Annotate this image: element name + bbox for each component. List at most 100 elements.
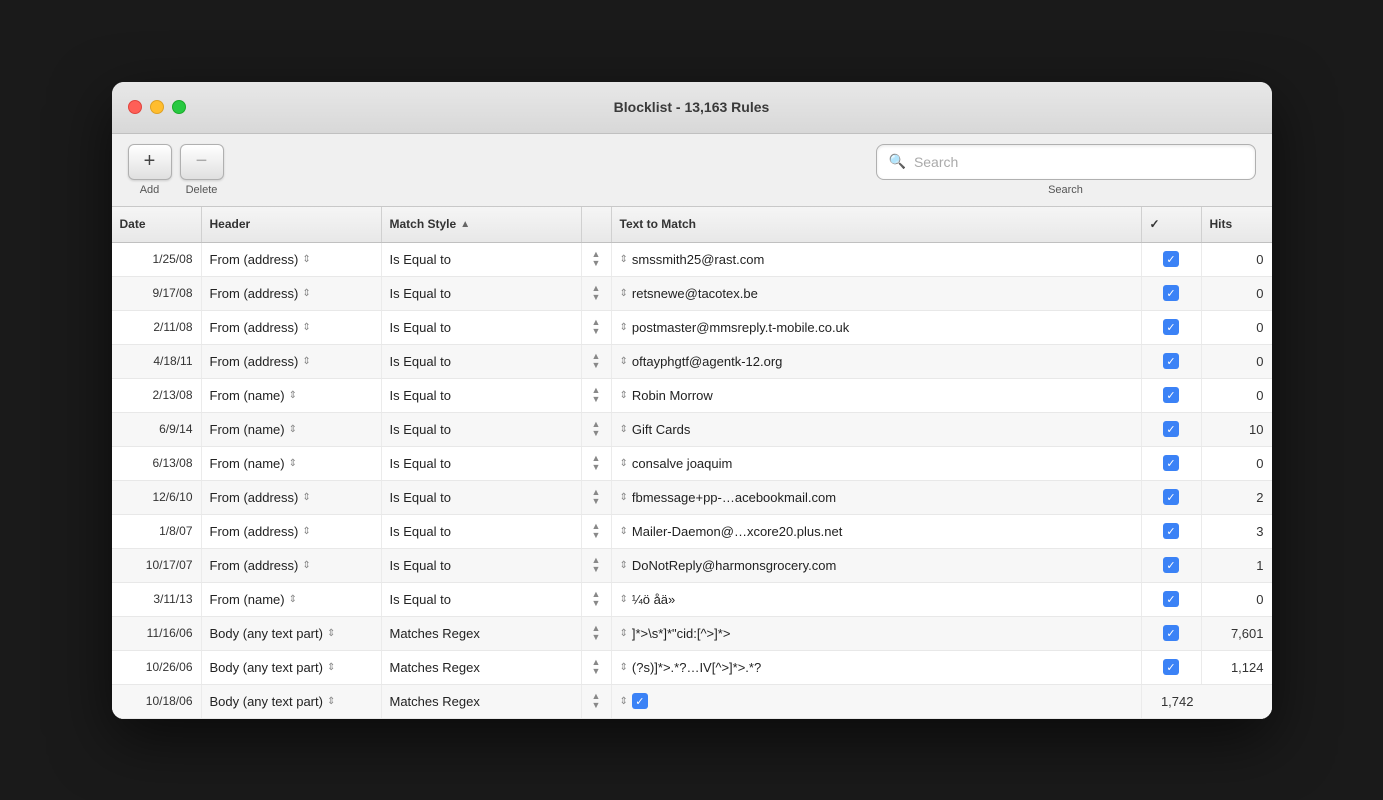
header-stepper-icon: ⇕ [327,628,335,639]
cell-check[interactable]: ✓ [1142,447,1202,480]
cell-check[interactable]: ✓ [1142,345,1202,378]
cell-header: From (address) ⇕ [202,277,382,310]
cell-check[interactable]: ✓ [1142,379,1202,412]
cell-match-style: Is Equal to [382,277,582,310]
cell-match-style-stepper[interactable]: ▲▼ [582,583,612,616]
stepper-arrows-icon: ▲▼ [592,522,601,540]
checkbox[interactable]: ✓ [1163,625,1179,641]
cell-check[interactable]: ✓ [1142,277,1202,310]
header-stepper-icon: ⇕ [289,458,297,469]
cell-match-style-stepper[interactable]: ▲▼ [582,243,612,276]
cell-hits: 1,742 [1142,685,1202,718]
col-header-check[interactable]: ✓ [1142,207,1202,242]
close-button[interactable] [128,100,142,114]
cell-header: Body (any text part) ⇕ [202,651,382,684]
col-header-text-to-match[interactable]: Text to Match [612,207,1142,242]
cell-date: 10/17/07 [112,549,202,582]
table-row[interactable]: 6/9/14 From (name) ⇕ Is Equal to ▲▼ ⇕ Gi… [112,413,1272,447]
maximize-button[interactable] [172,100,186,114]
checkbox[interactable]: ✓ [1163,353,1179,369]
cell-match-style-stepper[interactable]: ▲▼ [582,685,612,718]
cell-check[interactable]: ✓ [1142,311,1202,344]
cell-hits: 0 [1202,277,1272,310]
checkbox[interactable]: ✓ [1163,319,1179,335]
table-row[interactable]: 11/16/06 Body (any text part) ⇕ Matches … [112,617,1272,651]
checkbox[interactable]: ✓ [1163,251,1179,267]
cell-check[interactable]: ✓ [1142,243,1202,276]
cell-check[interactable]: ✓ [1142,413,1202,446]
cell-match-style-stepper[interactable]: ▲▼ [582,345,612,378]
col-header-match-style[interactable]: Match Style ▲ [382,207,582,242]
header-stepper-icon: ⇕ [289,594,297,605]
text-stepper-icon: ⇕ [620,458,628,469]
cell-check[interactable]: ✓ [1142,549,1202,582]
cell-text-to-match: ⇕ smssmith25@rast.com [612,243,1142,276]
add-button[interactable]: + [128,144,172,180]
cell-match-style-stepper[interactable]: ▲▼ [582,379,612,412]
minimize-button[interactable] [150,100,164,114]
checkbox[interactable]: ✓ [1163,489,1179,505]
table-row[interactable]: 9/17/08 From (address) ⇕ Is Equal to ▲▼ … [112,277,1272,311]
cell-match-style-stepper[interactable]: ▲▼ [582,447,612,480]
text-stepper-icon: ⇕ [620,390,628,401]
cell-check[interactable]: ✓ [1142,515,1202,548]
cell-hits: 1 [1202,549,1272,582]
table-row[interactable]: 2/13/08 From (name) ⇕ Is Equal to ▲▼ ⇕ R… [112,379,1272,413]
cell-match-style-stepper[interactable]: ▲▼ [582,617,612,650]
cell-header: From (address) ⇕ [202,311,382,344]
cell-match-style-stepper[interactable]: ▲▼ [582,413,612,446]
table-row[interactable]: 10/18/06 Body (any text part) ⇕ Matches … [112,685,1272,719]
cell-text-to-match: ⇕ oftayphgtf@agentk-12.org [612,345,1142,378]
col-header-date[interactable]: Date [112,207,202,242]
cell-date: 6/9/14 [112,413,202,446]
checkbox[interactable]: ✓ [632,693,648,709]
checkbox[interactable]: ✓ [1163,659,1179,675]
cell-text-to-match: ⇕ retsnewe@tacotex.be [612,277,1142,310]
header-stepper-icon: ⇕ [327,662,335,673]
table-row[interactable]: 2/11/08 From (address) ⇕ Is Equal to ▲▼ … [112,311,1272,345]
checkbox[interactable]: ✓ [1163,285,1179,301]
col-header-hits[interactable]: Hits [1202,207,1272,242]
cell-header: From (address) ⇕ [202,481,382,514]
table-row[interactable]: 10/26/06 Body (any text part) ⇕ Matches … [112,651,1272,685]
checkbox[interactable]: ✓ [1163,421,1179,437]
delete-button[interactable]: − [180,144,224,180]
search-input[interactable]: Search [914,154,958,170]
table-row[interactable]: 12/6/10 From (address) ⇕ Is Equal to ▲▼ … [112,481,1272,515]
cell-match-style-stepper[interactable]: ▲▼ [582,481,612,514]
cell-header: From (address) ⇕ [202,515,382,548]
table-row[interactable]: 4/18/11 From (address) ⇕ Is Equal to ▲▼ … [112,345,1272,379]
table-row[interactable]: 3/11/13 From (name) ⇕ Is Equal to ▲▼ ⇕ ¼… [112,583,1272,617]
cell-match-style-stepper[interactable]: ▲▼ [582,651,612,684]
stepper-arrows-icon: ▲▼ [592,454,601,472]
search-box[interactable]: 🔍 Search [876,144,1256,180]
table-row[interactable]: 1/25/08 From (address) ⇕ Is Equal to ▲▼ … [112,243,1272,277]
cell-check[interactable]: ✓ [1142,617,1202,650]
table-row[interactable]: 10/17/07 From (address) ⇕ Is Equal to ▲▼… [112,549,1272,583]
checkbox[interactable]: ✓ [1163,523,1179,539]
cell-match-style-stepper[interactable]: ▲▼ [582,515,612,548]
table-container: Date Header Match Style ▲ Text to Match … [112,207,1272,719]
cell-date: 10/26/06 [112,651,202,684]
col-header-header[interactable]: Header [202,207,382,242]
text-stepper-icon: ⇕ [620,356,628,367]
stepper-arrows-icon: ▲▼ [592,658,601,676]
cell-match-style-stepper[interactable]: ▲▼ [582,549,612,582]
table-row[interactable]: 6/13/08 From (name) ⇕ Is Equal to ▲▼ ⇕ c… [112,447,1272,481]
checkbox[interactable]: ✓ [1163,557,1179,573]
cell-hits: 3 [1202,515,1272,548]
table-row[interactable]: 1/8/07 From (address) ⇕ Is Equal to ▲▼ ⇕… [112,515,1272,549]
cell-text-to-match: ⇕ fbmessage+pp-…acebookmail.com [612,481,1142,514]
checkbox[interactable]: ✓ [1163,387,1179,403]
cell-check[interactable]: ✓ [1142,651,1202,684]
cell-match-style-stepper[interactable]: ▲▼ [582,277,612,310]
header-stepper-icon: ⇕ [289,390,297,401]
header-stepper-icon: ⇕ [302,254,310,265]
checkbox[interactable]: ✓ [1163,455,1179,471]
cell-check[interactable]: ✓ [1142,583,1202,616]
cell-match-style-stepper[interactable]: ▲▼ [582,311,612,344]
toolbar-labels: Add Delete [128,184,224,196]
checkbox[interactable]: ✓ [1163,591,1179,607]
sort-arrow-icon: ▲ [460,219,470,230]
cell-check[interactable]: ✓ [1142,481,1202,514]
